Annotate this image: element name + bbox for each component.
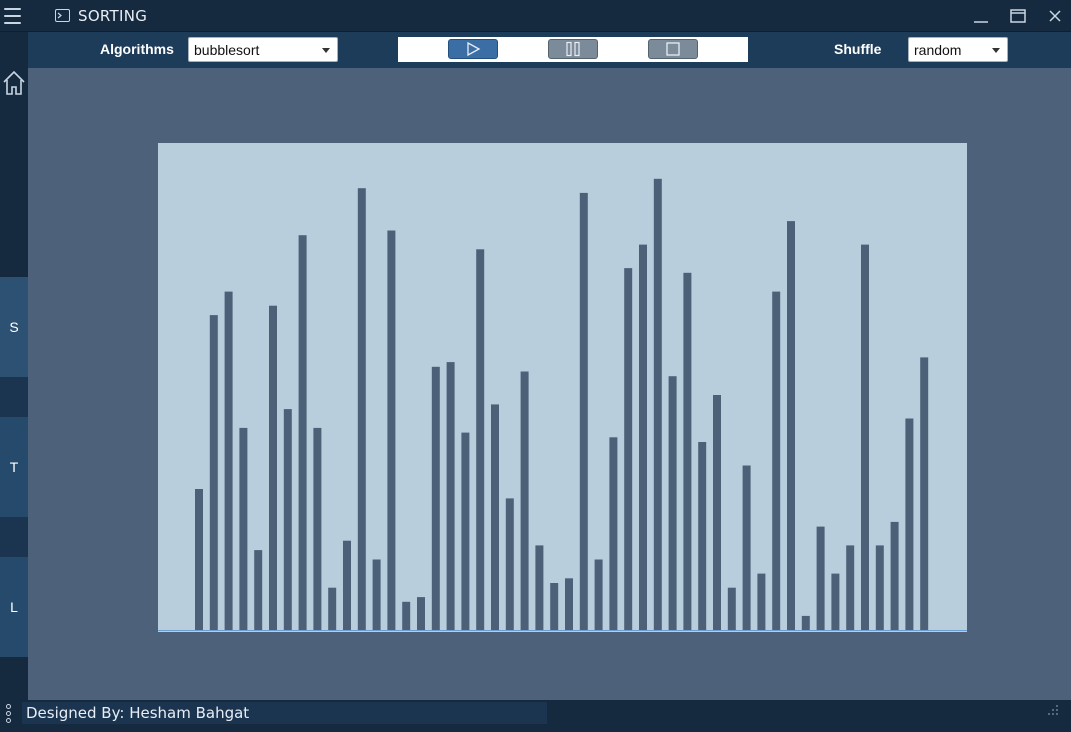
bar-38 (757, 573, 766, 630)
terminal-icon (55, 9, 70, 22)
sidebar-divider (0, 517, 28, 557)
bar-7 (298, 235, 307, 630)
bar-5 (269, 305, 277, 630)
bar-15 (417, 597, 425, 630)
bar-30 (639, 244, 647, 630)
algorithm-select[interactable]: bubblesort (188, 37, 338, 62)
credit-text: Designed By: Hesham Bahgat (26, 704, 250, 722)
home-button[interactable] (0, 68, 28, 98)
sidebar-divider (0, 377, 28, 417)
maximize-icon[interactable] (1008, 6, 1028, 26)
bar-24 (550, 583, 559, 630)
bar-44 (846, 545, 855, 630)
home-icon (3, 70, 25, 95)
sidebar-item-label: T (9, 459, 19, 475)
bar-11 (357, 188, 366, 630)
bar-33 (683, 272, 692, 630)
sidebar-item-label: L (10, 599, 18, 615)
app-window: SORTING Algorithms bubblesort Shuffle ra… (0, 0, 1071, 732)
bar-32 (668, 376, 677, 630)
bar-21 (505, 498, 514, 630)
bar-48 (905, 418, 914, 630)
bar-12 (372, 559, 381, 630)
bar-8 (313, 427, 322, 630)
bar-34 (698, 442, 707, 630)
pause-button[interactable] (548, 39, 598, 59)
play-icon (467, 41, 481, 57)
chevron-down-icon (322, 48, 330, 53)
bar-29 (624, 268, 633, 630)
bar-43 (831, 573, 840, 630)
bar-17 (446, 362, 455, 630)
bar-2 (224, 291, 233, 630)
bar-9 (328, 587, 337, 630)
bar-42 (816, 526, 825, 630)
bar-14 (402, 601, 411, 630)
bar-10 (343, 540, 351, 630)
bar-39 (772, 291, 781, 630)
bar-31 (653, 178, 662, 631)
chevron-down-icon (992, 48, 1000, 53)
algorithm-select-value: bubblesort (194, 42, 260, 58)
bar-25 (565, 578, 573, 630)
shuffle-select-value: random (914, 42, 962, 58)
bar-23 (535, 545, 544, 630)
bar-35 (713, 395, 721, 630)
window-title: SORTING (78, 7, 148, 25)
status-bar: Designed By: Hesham Bahgat (0, 700, 1071, 732)
hamburger-menu-icon[interactable] (3, 7, 23, 25)
bar-26 (579, 192, 588, 630)
bar-19 (476, 249, 485, 631)
bar-0 (195, 489, 203, 630)
play-button[interactable] (448, 39, 498, 59)
bar-13 (387, 230, 396, 630)
shuffle-label: Shuffle (834, 41, 882, 57)
title-bar: SORTING (0, 0, 1071, 32)
sidebar-item-l[interactable]: L (0, 557, 28, 657)
bar-1 (209, 315, 218, 630)
bar-20 (491, 404, 499, 630)
bar-49 (920, 357, 929, 630)
playback-controls (398, 37, 748, 62)
sidebar-item-t[interactable]: T (0, 417, 28, 517)
toolbar: Algorithms bubblesort Shuffle random (28, 32, 1071, 68)
shuffle-select[interactable]: random (908, 37, 1008, 62)
stop-button[interactable] (648, 39, 698, 59)
side-navigation: S T L (0, 32, 28, 700)
bar-22 (520, 371, 529, 630)
stop-icon (666, 42, 680, 56)
bar-40 (787, 221, 795, 630)
bar-3 (239, 427, 248, 630)
bar-47 (890, 521, 899, 630)
resize-grip-icon[interactable] (1047, 704, 1059, 716)
minimize-icon[interactable] (971, 6, 991, 26)
bar-16 (431, 366, 440, 630)
bar-41 (801, 615, 810, 630)
pause-icon (566, 41, 580, 57)
close-icon[interactable] (1045, 6, 1065, 26)
sorting-chart (158, 143, 967, 632)
bar-46 (875, 545, 884, 630)
bar-4 (254, 550, 263, 630)
sidebar-item-label: S (9, 319, 19, 335)
bar-45 (861, 244, 869, 630)
bar-27 (594, 559, 603, 630)
bar-28 (609, 437, 618, 630)
sidebar-item-s[interactable]: S (0, 277, 28, 377)
bar-6 (283, 409, 292, 630)
bar-chart-svg (158, 178, 967, 631)
bar-36 (727, 587, 736, 630)
algorithms-label: Algorithms (100, 41, 174, 57)
bar-18 (461, 432, 470, 630)
bar-37 (742, 465, 751, 630)
more-options-icon[interactable] (5, 704, 13, 726)
main-content (28, 68, 1071, 700)
